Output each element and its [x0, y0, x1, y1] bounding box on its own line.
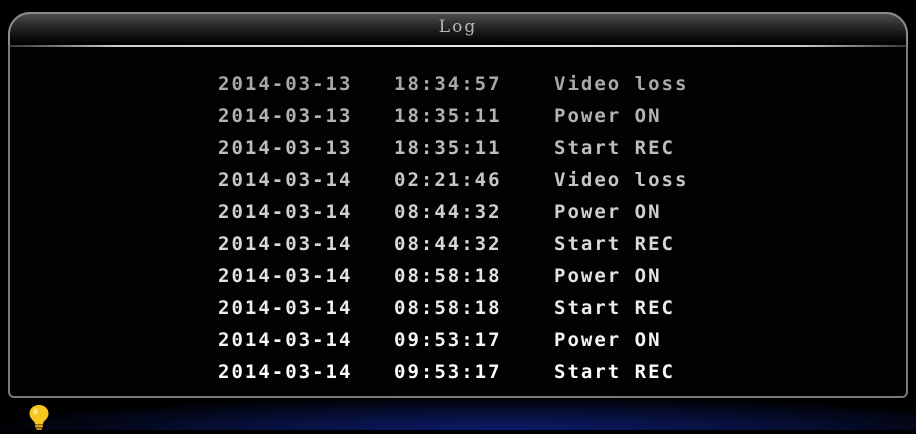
title-bar: Log [8, 12, 908, 45]
log-row[interactable]: 2014-03-13 18:35:11 Start REC [218, 132, 778, 164]
log-time: 02:21:46 [394, 169, 502, 191]
window-title: Log [438, 17, 478, 37]
log-event: Video loss [554, 169, 689, 191]
log-time: 08:44:32 [394, 233, 502, 255]
dvr-screen: Log 2014-03-13 18:34:57 Video loss 2014-03… [0, 0, 916, 430]
log-event: Power ON [554, 201, 662, 223]
log-row[interactable]: 2014-03-13 18:35:11 Power ON [218, 100, 778, 132]
log-event: Start REC [554, 137, 675, 159]
title-divider [10, 45, 906, 47]
log-date: 2014-03-13 [218, 105, 353, 127]
log-row[interactable]: 2014-03-14 09:53:17 Power ON [218, 324, 778, 356]
log-row[interactable]: 2014-03-14 02:21:46 Video loss [218, 164, 778, 196]
status-bar [0, 398, 916, 430]
log-event: Power ON [554, 105, 662, 127]
log-time: 08:58:18 [394, 297, 502, 319]
log-event: Start REC [554, 297, 675, 319]
log-date: 2014-03-14 [218, 201, 353, 223]
log-date: 2014-03-13 [218, 73, 353, 95]
log-row[interactable]: 2014-03-14 08:44:32 Power ON [218, 196, 778, 228]
log-event: Power ON [554, 329, 662, 351]
log-date: 2014-03-14 [218, 233, 353, 255]
log-list: 2014-03-13 18:34:57 Video loss 2014-03-13 1… [218, 68, 778, 388]
log-time: 08:58:18 [394, 265, 502, 287]
lightbulb-icon [28, 404, 50, 430]
log-row[interactable]: 2014-03-14 08:58:18 Start REC [218, 292, 778, 324]
log-date: 2014-03-14 [218, 361, 353, 383]
log-event: Power ON [554, 265, 662, 287]
log-time: 09:53:17 [394, 361, 502, 383]
log-date: 2014-03-14 [218, 297, 353, 319]
log-date: 2014-03-13 [218, 137, 353, 159]
log-time: 18:35:11 [394, 137, 502, 159]
log-row[interactable]: 2014-03-14 09:53:17 Start REC [218, 356, 778, 388]
log-time: 08:44:32 [394, 201, 502, 223]
log-time: 18:35:11 [394, 105, 502, 127]
log-event: Video loss [554, 73, 689, 95]
log-date: 2014-03-14 [218, 169, 353, 191]
log-date: 2014-03-14 [218, 329, 353, 351]
log-time: 09:53:17 [394, 329, 502, 351]
log-time: 18:34:57 [394, 73, 502, 95]
log-date: 2014-03-14 [218, 265, 353, 287]
log-row[interactable]: 2014-03-14 08:58:18 Power ON [218, 260, 778, 292]
log-event: Start REC [554, 361, 675, 383]
log-event: Start REC [554, 233, 675, 255]
log-row[interactable]: 2014-03-14 08:44:32 Start REC [218, 228, 778, 260]
log-row[interactable]: 2014-03-13 18:34:57 Video loss [218, 68, 778, 100]
